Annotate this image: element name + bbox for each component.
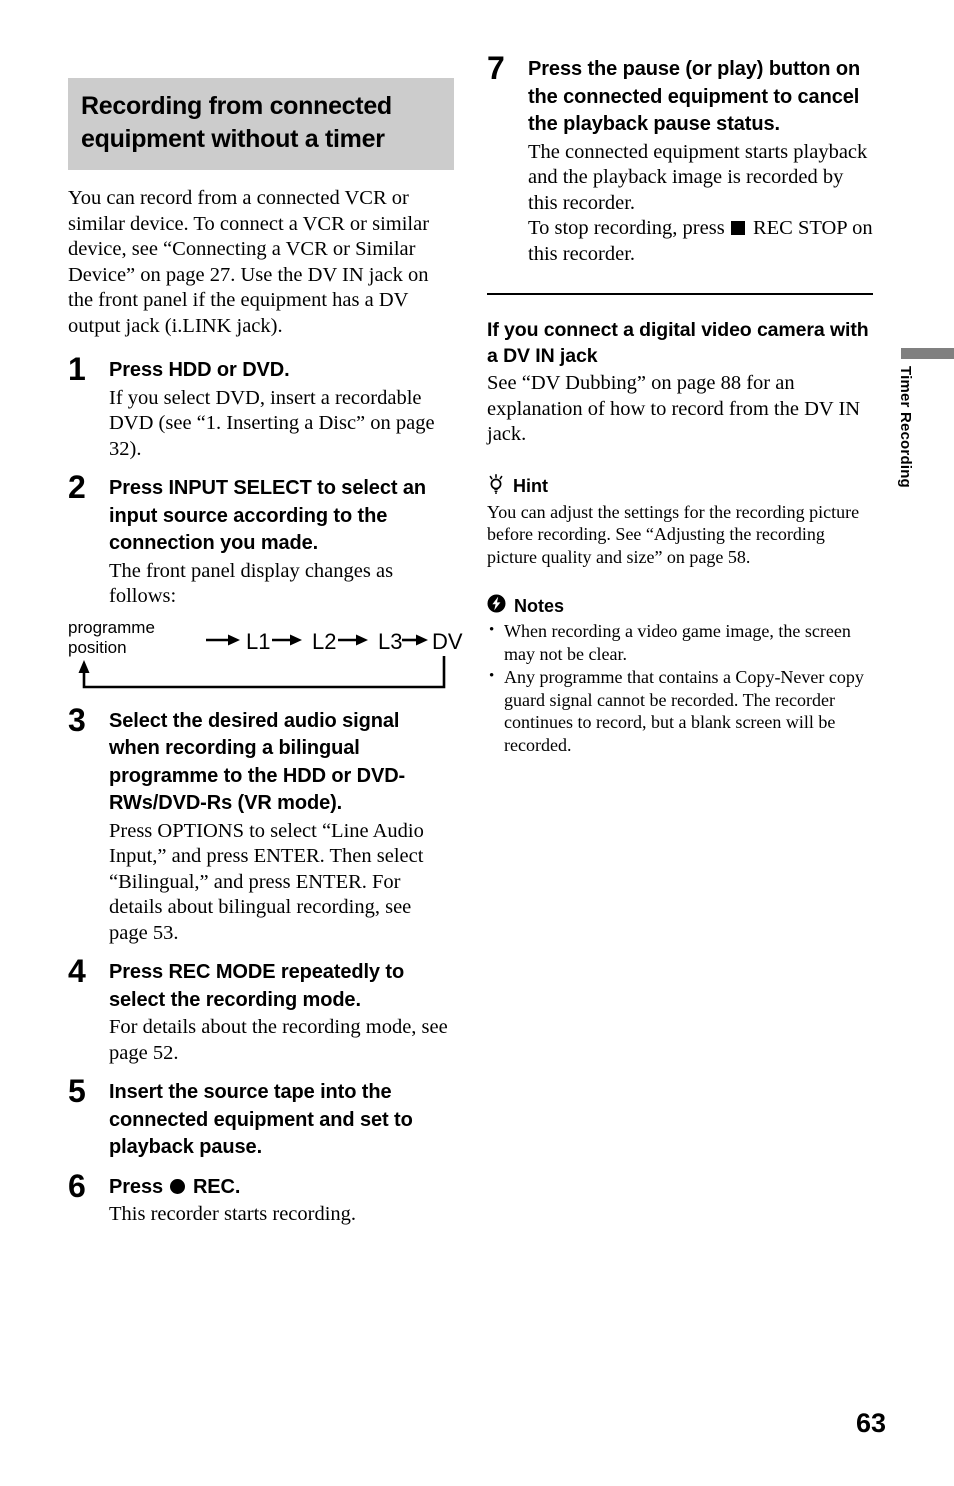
step-2-body: The front panel display changes as follo… [109,559,394,608]
step-3: 3 Select the desired audio signal when r… [68,702,454,947]
record-dot-icon [170,1178,186,1194]
hint-heading: Hint [513,476,548,496]
step-3-number: 3 [68,701,86,738]
hint-heading-row: Hint [487,473,873,499]
step-7: 7 Press the pause (or play) button on th… [487,50,873,267]
left-column: Recording from connected equipment witho… [68,78,463,1234]
step-2-number: 2 [68,469,86,505]
list-item: When recording a video game image, the s… [487,619,873,665]
section-heading: Recording from connected equipment witho… [68,78,454,170]
step-7-number: 7 [487,50,505,86]
right-column: 7 Press the pause (or play) button on th… [487,50,873,757]
lightbulb-icon [487,473,505,499]
dv-camera-subheading: If you connect a digital video camera wi… [487,319,869,367]
lightning-circle-icon [487,594,506,618]
flow-node-l3: L3 [378,628,403,654]
notes-heading: Notes [514,596,565,616]
flow-node-l2: L2 [312,628,337,654]
page-number: 63 [855,1408,886,1438]
notes-heading-row: Notes [487,594,873,618]
flow-node-dv: DV [432,628,463,654]
dv-camera-body: See “DV Dubbing” on page 88 for an expla… [487,372,861,445]
intro-paragraph: You can record from a connected VCR or s… [68,187,430,337]
step-4-body: For details about the recording mode, se… [109,1016,448,1064]
notes-list: When recording a video game image, the s… [487,619,873,756]
step-1-number: 1 [68,351,86,387]
step-6-number: 6 [68,1167,86,1204]
step-7-body-1: The connected equipment starts playback … [528,140,868,214]
step-4: 4 Press REC MODE repeatedly to select th… [68,953,454,1066]
step-6-title-prefix: Press [109,1175,163,1198]
side-tab-label: Timer Recording [897,366,914,488]
step-5-number: 5 [68,1073,86,1109]
hint-callout: Hint You can adjust the settings for the… [487,473,873,569]
step-1: 1 Press HDD or DVD. If you select DVD, i… [68,351,454,462]
step-5: 5 Insert the source tape into the connec… [68,1073,454,1162]
step-7-body-2: To stop recording, press REC STOP on thi… [528,216,873,267]
step-1-body: If you select DVD, insert a recordable D… [109,386,435,460]
step-6-title: Press REC. [109,1174,454,1202]
step-6-title-suffix: REC. [192,1175,241,1198]
manual-page: Recording from connected equipment witho… [0,0,954,1486]
notes-callout: Notes When recording a video game image,… [487,594,873,756]
step-7-body-2-prefix: To stop recording, press [528,217,725,239]
step-1-title: Press HDD or DVD. [109,359,290,381]
input-flow-diagram: programme position L1 L2 L3 DV [68,618,463,696]
step-2: 2 Press INPUT SELECT to select an input … [68,469,454,610]
section-divider [487,293,873,295]
hint-body: You can adjust the settings for the reco… [487,501,860,567]
step-6-body: This recorder starts recording. [109,1203,357,1225]
dv-camera-subsection: If you connect a digital video camera wi… [487,317,873,448]
step-7-title: Press the pause (or play) button on the … [528,58,861,135]
step-4-title: Press REC MODE repeatedly to select the … [109,961,405,1011]
stop-square-icon [730,221,745,235]
step-3-title: Select the desired audio signal when rec… [109,709,406,815]
step-6: 6 Press REC. This recorder starts record… [68,1168,454,1228]
side-tab-marker [901,348,954,359]
flow-node-l1: L1 [246,628,271,654]
step-5-title: Insert the source tape into the connecte… [109,1081,413,1158]
step-2-title: Press INPUT SELECT to select an input so… [109,477,426,554]
list-item: Any programme that contains a Copy-Never… [487,665,873,756]
step-4-number: 4 [68,953,86,989]
step-3-body: Press OPTIONS to select “Line Audio Inpu… [109,819,424,944]
